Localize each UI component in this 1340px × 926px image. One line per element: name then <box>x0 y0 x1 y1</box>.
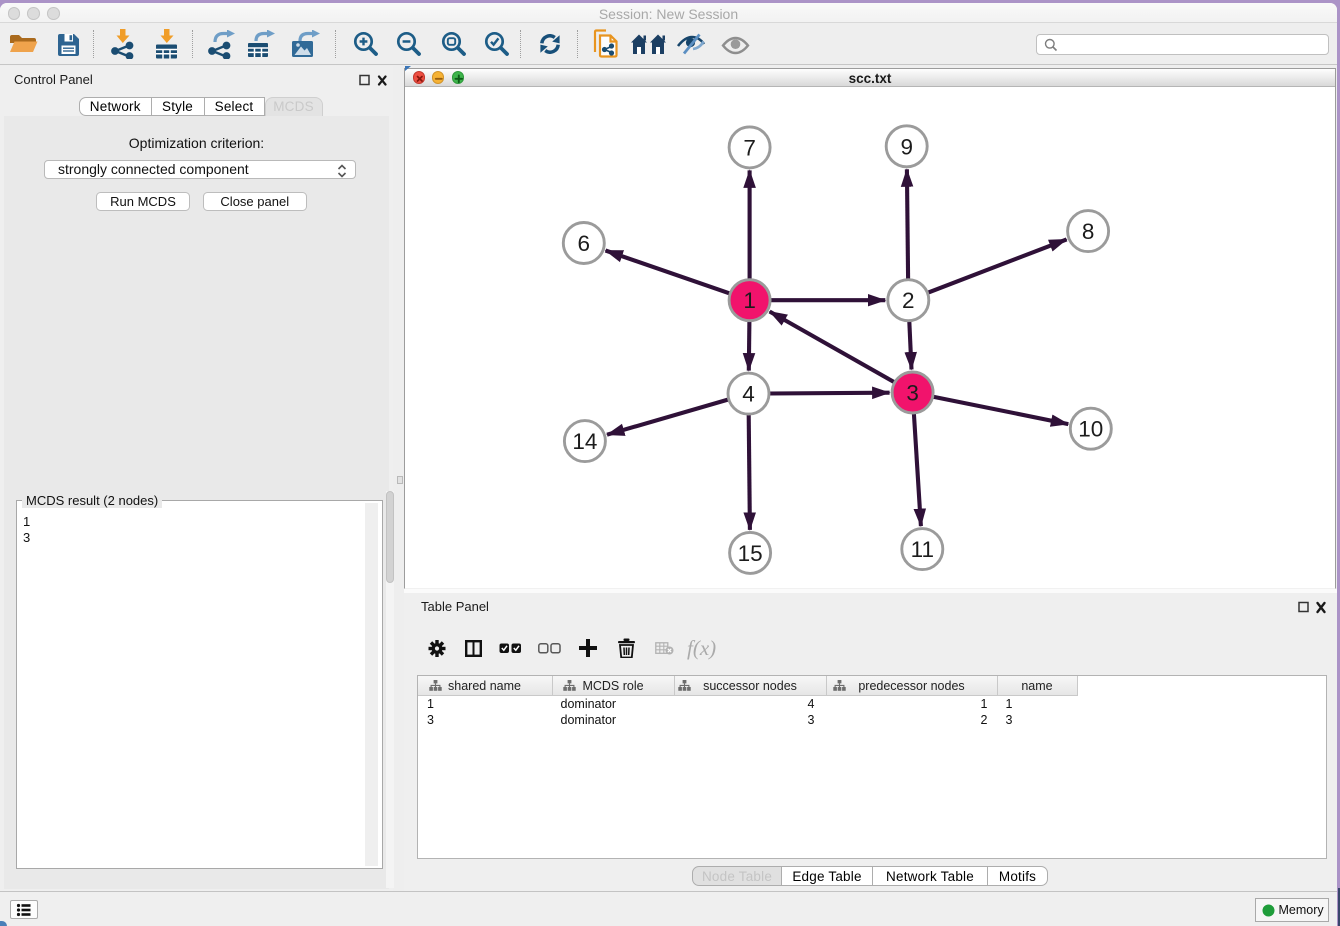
svg-text:1: 1 <box>743 288 756 313</box>
svg-text:6: 6 <box>578 231 591 256</box>
svg-text:10: 10 <box>1078 416 1103 441</box>
svg-text:2: 2 <box>902 288 915 313</box>
svg-text:11: 11 <box>911 537 934 562</box>
svg-text:3: 3 <box>906 380 919 405</box>
svg-text:8: 8 <box>1082 219 1095 244</box>
svg-text:7: 7 <box>743 135 756 160</box>
svg-text:9: 9 <box>900 134 913 159</box>
svg-text:14: 14 <box>572 429 597 454</box>
svg-text:4: 4 <box>742 381 755 406</box>
svg-text:15: 15 <box>738 540 763 565</box>
